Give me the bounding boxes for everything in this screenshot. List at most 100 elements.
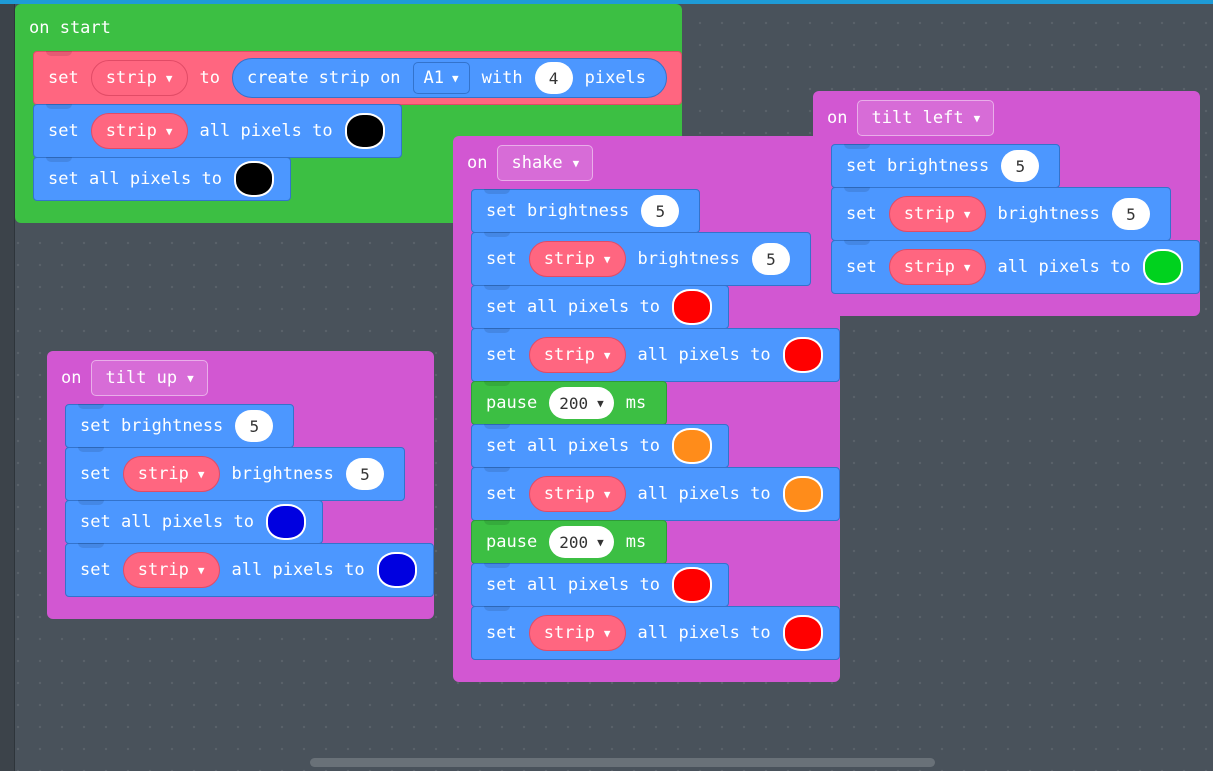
horizontal-scrollbar-track[interactable] [0, 755, 1213, 771]
number-dropdown-field[interactable]: 200 ▼ [549, 526, 614, 558]
block-set-all-pixels[interactable]: set all pixels to [65, 500, 323, 544]
block-set-strip-all-pixels[interactable]: set strip ▼ all pixels to [471, 606, 840, 660]
chevron-down-icon: ▼ [603, 348, 611, 362]
color-swatch[interactable] [234, 161, 274, 197]
ms-label: ms [625, 393, 647, 413]
color-swatch[interactable] [782, 476, 823, 512]
variable-pill-strip[interactable]: strip ▼ [528, 337, 626, 373]
block-set-strip-brightness[interactable]: set strip ▼ brightness 5 [831, 187, 1171, 241]
variable-pill-strip[interactable]: strip ▼ [888, 196, 986, 232]
stack-on-shake[interactable]: on shake ▼ set brightness 5 set strip ▼ brightne… [453, 136, 840, 682]
block-set-var-to-reporter[interactable]: set strip ▼ to create strip on A1 ▼ with 4 pixels [33, 51, 683, 105]
stack-tilt-left[interactable]: on tilt left ▼ set brightness 5 set strip ▼ brig… [813, 91, 1200, 316]
block-set-strip-all-pixels[interactable]: set strip ▼ all pixels to [471, 467, 840, 521]
variable-pill-strip[interactable]: strip ▼ [888, 249, 986, 285]
left-gutter-edge [14, 4, 15, 771]
color-swatch[interactable] [672, 567, 712, 603]
chevron-down-icon: ▼ [963, 260, 971, 274]
hat-tilt-left[interactable]: on tilt left ▼ [813, 91, 1200, 145]
variable-pill-strip[interactable]: strip ▼ [528, 241, 626, 277]
block-set-all-pixels[interactable]: set all pixels to [471, 424, 729, 468]
block-set-brightness[interactable]: set brightness 5 [471, 189, 701, 233]
color-swatch[interactable] [1142, 249, 1183, 285]
brightness-label: brightness [997, 204, 1100, 224]
block-set-strip-brightness[interactable]: set strip ▼ brightness 5 [65, 447, 405, 501]
variable-name: strip [105, 121, 157, 141]
event-dropdown-tilt-up[interactable]: tilt up ▼ [91, 360, 208, 396]
set-keyword: set [486, 345, 517, 365]
number-field[interactable]: 5 [1001, 150, 1040, 182]
hat-on-shake[interactable]: on shake ▼ [453, 136, 840, 190]
block-column: set brightness 5 set strip ▼ brightness 5 set st… [831, 144, 1200, 294]
color-swatch[interactable] [344, 113, 385, 149]
number-value: 5 [1126, 204, 1136, 224]
number-dropdown-field[interactable]: 200 ▼ [549, 387, 614, 419]
variable-pill-strip[interactable]: strip ▼ [122, 552, 220, 588]
variable-pill-strip[interactable]: strip ▼ [90, 113, 188, 149]
block-set-strip-all-pixels[interactable]: set strip ▼ all pixels to [471, 328, 840, 382]
block-set-brightness[interactable]: set brightness 5 [65, 404, 295, 448]
number-field[interactable]: 5 [1111, 198, 1150, 230]
color-swatch[interactable] [266, 504, 306, 540]
left-gutter-strip [0, 4, 14, 771]
horizontal-scrollbar-thumb[interactable] [310, 758, 935, 767]
chevron-down-icon: ▼ [597, 535, 604, 549]
block-column: set brightness 5 set strip ▼ brightness 5 set a… [471, 189, 840, 660]
color-swatch[interactable] [672, 289, 712, 325]
event-dropdown-shake[interactable]: shake ▼ [497, 145, 594, 181]
number-field[interactable]: 5 [345, 458, 384, 490]
all-pixels-to-label: all pixels to [199, 121, 333, 141]
stack-body-on-shake: set brightness 5 set strip ▼ brightness 5 set a… [453, 189, 840, 660]
pin-value: A1 [423, 68, 445, 88]
block-set-all-pixels[interactable]: set all pixels to [471, 563, 729, 607]
color-swatch[interactable] [782, 337, 823, 373]
variable-name: strip [903, 257, 955, 277]
number-field[interactable]: 5 [235, 410, 274, 442]
block-set-all-pixels[interactable]: set all pixels to [471, 285, 729, 329]
variable-pill-strip[interactable]: strip ▼ [528, 615, 626, 651]
number-value: 200 [559, 393, 589, 413]
stack-foot-tilt-left [813, 294, 1200, 316]
number-value: 5 [766, 249, 776, 269]
block-pause[interactable]: pause 200 ▼ ms [471, 520, 668, 564]
variable-pill-strip[interactable]: strip ▼ [90, 60, 188, 96]
event-dropdown-tilt-left[interactable]: tilt left ▼ [857, 100, 995, 136]
block-set-strip-all-pixels[interactable]: set strip ▼ all pixels to [831, 240, 1200, 294]
pin-dropdown[interactable]: A1 ▼ [412, 62, 470, 94]
block-pause[interactable]: pause 200 ▼ ms [471, 381, 668, 425]
hat-on-start[interactable]: on start [15, 4, 683, 52]
block-set-strip-all-pixels[interactable]: set strip ▼ all pixels to [33, 104, 402, 158]
hat-prefix-label: on [827, 108, 848, 128]
color-swatch[interactable] [376, 552, 417, 588]
create-strip-reporter[interactable]: create strip on A1 ▼ with 4 pixels [232, 58, 668, 98]
number-field[interactable]: 5 [751, 243, 790, 275]
variable-name: strip [137, 464, 189, 484]
number-field[interactable]: 4 [534, 62, 573, 94]
set-brightness-label: set brightness [80, 416, 224, 436]
event-name: shake [511, 153, 563, 173]
all-pixels-to-label: all pixels to [637, 345, 771, 365]
stack-tilt-up[interactable]: on tilt up ▼ set brightness 5 set strip ▼ bright… [47, 351, 434, 619]
chevron-down-icon: ▼ [452, 71, 459, 85]
stack-foot-on-shake [453, 660, 840, 682]
block-set-strip-all-pixels[interactable]: set strip ▼ all pixels to [65, 543, 434, 597]
variable-pill-strip[interactable]: strip ▼ [528, 476, 626, 512]
with-keyword: with [481, 68, 523, 88]
variable-name: strip [543, 249, 595, 269]
block-set-strip-brightness[interactable]: set strip ▼ brightness 5 [471, 232, 811, 286]
variable-pill-strip[interactable]: strip ▼ [122, 456, 220, 492]
variable-name: strip [543, 345, 595, 365]
color-swatch[interactable] [672, 428, 712, 464]
block-column: set brightness 5 set strip ▼ brightness 5 set a… [65, 404, 434, 597]
block-set-all-pixels[interactable]: set all pixels to [33, 157, 291, 201]
hat-tilt-up[interactable]: on tilt up ▼ [47, 351, 434, 405]
variable-name: strip [903, 204, 955, 224]
number-field[interactable]: 5 [641, 195, 680, 227]
block-set-brightness[interactable]: set brightness 5 [831, 144, 1061, 188]
all-pixels-to-label: set all pixels to [486, 575, 660, 595]
to-keyword: to [199, 68, 221, 88]
color-swatch[interactable] [782, 615, 823, 651]
hat-prefix-label: on [61, 368, 82, 388]
top-accent-bar [0, 0, 1213, 4]
number-value: 5 [249, 416, 260, 436]
